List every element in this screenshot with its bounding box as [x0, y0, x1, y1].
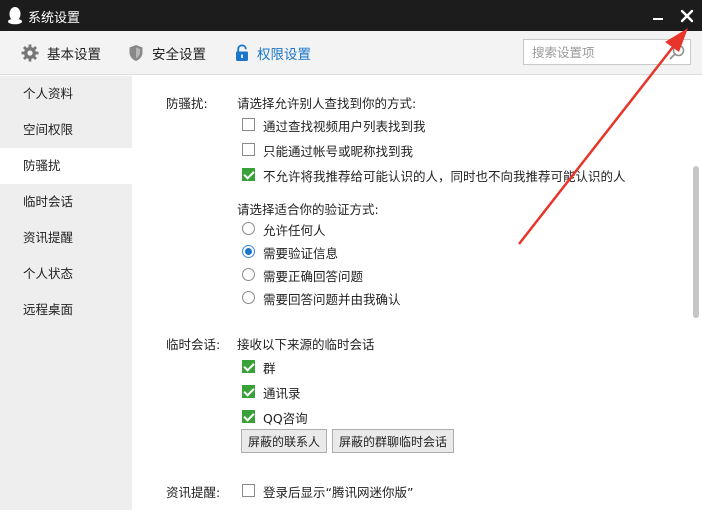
title-bar: 系统设置	[0, 0, 702, 31]
verify-option-label: 允许任何人	[263, 223, 326, 238]
temp-session-group-checkbox[interactable]	[242, 360, 255, 373]
find-option-label: 只能通过帐号或昵称找到我	[263, 144, 414, 159]
temp-session-option-label: QQ咨询	[263, 411, 308, 426]
shield-icon	[129, 45, 143, 61]
settings-sidebar: 个人资料 空间权限 防骚扰 临时会话 资讯提醒 个人状态 远程桌面	[0, 76, 132, 510]
close-button[interactable]	[676, 5, 698, 27]
find-option-label: 通过查找视频用户列表找到我	[263, 119, 426, 134]
tab-label: 权限设置	[257, 47, 311, 63]
show-mini-news-checkbox[interactable]	[242, 484, 255, 497]
sidebar-item-anti-harassment[interactable]: 防骚扰	[0, 148, 132, 184]
tab-security-settings[interactable]: 安全设置	[128, 31, 206, 75]
settings-tab-bar: 基本设置 安全设置 权限设置	[0, 31, 702, 75]
tab-label: 基本设置	[47, 47, 101, 63]
verify-option-label: 需要验证信息	[263, 246, 339, 261]
search-box	[523, 39, 691, 65]
temp-session-prompt: 接收以下来源的临时会话	[237, 337, 375, 352]
sidebar-item-remote-desktop[interactable]: 远程桌面	[0, 292, 132, 328]
news-reminder-section-label: 资讯提醒:	[166, 485, 221, 500]
no-recommendation-checkbox[interactable]	[242, 168, 255, 181]
tab-basic-settings[interactable]: 基本设置	[21, 31, 101, 75]
find-option-label: 不允许将我推荐给可能认识的人，同时也不向我推荐可能认识的人	[263, 169, 626, 184]
temp-session-option-label: 通讯录	[263, 386, 301, 401]
sidebar-item-news-reminder[interactable]: 资讯提醒	[0, 220, 132, 256]
find-method-prompt: 请选择允许别人查找到你的方式:	[237, 96, 417, 111]
search-input[interactable]	[524, 40, 664, 64]
content-scrollbar[interactable]	[690, 76, 702, 510]
temp-session-option-label: 群	[263, 361, 276, 376]
tab-permission-settings[interactable]: 权限设置	[235, 31, 311, 75]
temp-session-contacts-checkbox[interactable]	[242, 385, 255, 398]
gear-icon	[21, 44, 39, 62]
anti-harassment-section-label: 防骚扰:	[166, 96, 208, 111]
sidebar-item-space-permission[interactable]: 空间权限	[0, 112, 132, 148]
temp-session-qq-consult-checkbox[interactable]	[242, 410, 255, 423]
verify-answer-confirm-radio[interactable]	[242, 291, 255, 304]
scrollbar-thumb[interactable]	[693, 166, 699, 318]
find-by-account-checkbox[interactable]	[242, 143, 255, 156]
blocked-group-sessions-button[interactable]: 屏蔽的群聊临时会话	[332, 429, 455, 453]
qq-penguin-icon	[8, 7, 22, 25]
verify-option-label: 需要正确回答问题	[263, 269, 364, 284]
tab-label: 安全设置	[152, 47, 206, 63]
find-by-video-list-checkbox[interactable]	[242, 118, 255, 131]
verify-require-message-radio[interactable]	[242, 245, 255, 258]
temp-session-section-label: 临时会话:	[166, 337, 221, 352]
settings-content: 防骚扰: 请选择允许别人查找到你的方式: 通过查找视频用户列表找到我 只能通过帐…	[132, 76, 702, 510]
sidebar-item-status[interactable]: 个人状态	[0, 256, 132, 292]
sidebar-item-temp-session[interactable]: 临时会话	[0, 184, 132, 220]
search-icon[interactable]	[668, 43, 686, 61]
news-reminder-option-label: 登录后显示“腾讯网迷你版”	[263, 485, 414, 500]
verify-correct-answer-radio[interactable]	[242, 268, 255, 281]
verify-option-label: 需要回答问题并由我确认	[263, 292, 401, 307]
window-title: 系统设置	[28, 11, 81, 26]
verify-allow-anyone-radio[interactable]	[242, 222, 255, 235]
sidebar-item-profile[interactable]: 个人资料	[0, 76, 132, 112]
verify-method-prompt: 请选择适合你的验证方式:	[237, 202, 379, 217]
blocked-contacts-button[interactable]: 屏蔽的联系人	[241, 429, 328, 453]
lock-icon	[236, 44, 248, 61]
minimize-button[interactable]	[648, 6, 668, 26]
